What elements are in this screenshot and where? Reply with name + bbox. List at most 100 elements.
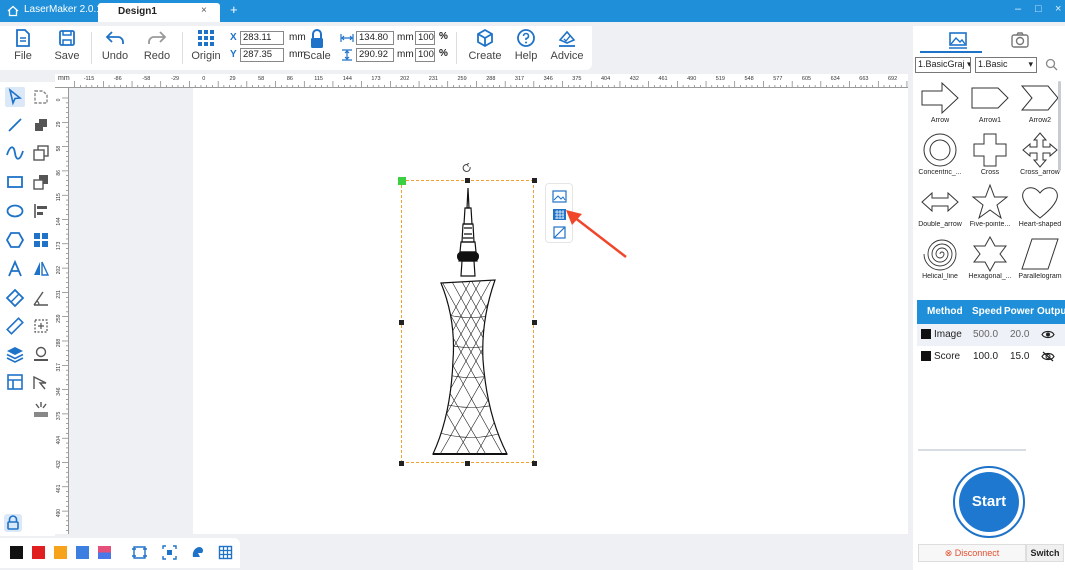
select-tool-icon[interactable] [5, 87, 25, 107]
shape-helical-line[interactable]: Helical_line [916, 235, 964, 285]
resize-handle-left[interactable] [399, 320, 404, 325]
shape-arrow[interactable]: Arrow [916, 79, 964, 129]
help-button[interactable]: Help [511, 28, 541, 68]
stamp-tool-icon[interactable] [31, 344, 51, 364]
line-tool-icon[interactable] [5, 115, 25, 135]
library-scrollbar[interactable] [1058, 81, 1061, 171]
mirror-tool-icon[interactable] [31, 259, 51, 279]
color-swatch-red[interactable] [32, 546, 45, 559]
layer-row-score[interactable]: Score 100.0 15.0 [917, 346, 1065, 368]
close-window-button[interactable]: × [1055, 3, 1061, 15]
ruler-label: 202 [400, 76, 409, 82]
height-input[interactable]: 290.92 [356, 48, 394, 62]
scale-lock-button[interactable]: Scale [302, 28, 332, 68]
layer-row-image[interactable]: Image 500.0 20.0 [917, 324, 1065, 346]
file-button[interactable]: File [6, 28, 40, 68]
laser-tool-icon[interactable] [31, 400, 51, 420]
ruler-label: 577 [773, 76, 782, 82]
shape-five-pointed-star[interactable]: Five-pointe... [966, 183, 1014, 233]
template-tool-icon[interactable] [5, 372, 25, 392]
undo-button[interactable]: Undo [98, 28, 132, 68]
width-percent-input[interactable]: 100 [415, 31, 435, 45]
shape-arrow2[interactable]: Arrow2 [1016, 79, 1064, 129]
color-swatch-multi[interactable] [98, 546, 111, 559]
node-edit-icon[interactable] [31, 87, 51, 107]
crop-tool-icon[interactable] [31, 316, 51, 336]
eraser-tool-icon[interactable] [5, 288, 25, 308]
ruler-label: 29 [56, 121, 62, 127]
layer-color-swatch[interactable] [921, 351, 931, 361]
shape-cross[interactable]: Cross [966, 131, 1014, 181]
rotate-handle-icon[interactable] [462, 163, 472, 173]
array-tool-icon[interactable] [31, 172, 51, 192]
advice-button[interactable]: Advice [548, 28, 586, 68]
save-button[interactable]: Save [50, 28, 84, 68]
camera-tab-icon[interactable] [1008, 30, 1032, 50]
resize-handle-right[interactable] [532, 320, 537, 325]
origin-button[interactable]: Origin [188, 28, 224, 68]
ruler-tool-icon[interactable] [5, 316, 25, 336]
text-tool-icon[interactable] [5, 259, 25, 279]
selection-anchor-handle[interactable] [398, 177, 406, 185]
zoom-fit-icon[interactable] [162, 545, 177, 560]
create-button[interactable]: Create [466, 28, 504, 68]
height-percent-input[interactable]: 100 [415, 48, 435, 62]
resize-handle-top[interactable] [465, 178, 470, 183]
resize-handle-bottom-left[interactable] [399, 461, 404, 466]
switch-button[interactable]: Switch [1026, 544, 1064, 562]
shape-parallelogram[interactable]: Parallelogram [1016, 235, 1064, 285]
tab-close-icon[interactable]: × [201, 5, 207, 16]
shape-cross-arrow[interactable]: Cross_arrow [1016, 131, 1064, 181]
measure-tool-icon[interactable] [31, 288, 51, 308]
x-position-input[interactable]: 283.11 [240, 31, 284, 45]
curve-tool-icon[interactable] [5, 143, 25, 163]
ellipse-tool-icon[interactable] [5, 201, 25, 221]
shape-heart[interactable]: Heart-shaped [1016, 183, 1064, 233]
ruler-label: 115 [314, 76, 323, 82]
shape-arrow1[interactable]: Arrow1 [966, 79, 1014, 129]
grid-toggle-icon[interactable] [218, 545, 233, 560]
new-tab-button[interactable]: + [230, 2, 238, 17]
shape-double-arrow[interactable]: Double_arrow [916, 183, 964, 233]
canvas-lock-button[interactable] [4, 514, 22, 532]
file-icon [16, 29, 30, 47]
start-button[interactable]: Start [953, 466, 1025, 538]
shape-hexagonal-star[interactable]: Hexagonal_... [966, 235, 1014, 285]
shape-library-tab-icon[interactable] [946, 30, 970, 50]
eye-hidden-icon[interactable] [1041, 351, 1055, 362]
group-tool-icon[interactable] [31, 230, 51, 250]
arrow2-shape-icon [1020, 85, 1059, 111]
category-select[interactable]: 1.BasicGraj ▾ [915, 57, 971, 73]
canvas-work-area[interactable] [193, 88, 908, 534]
eye-visible-icon[interactable] [1041, 329, 1055, 340]
layers-tool-icon[interactable] [5, 344, 25, 364]
maximize-button[interactable]: □ [1035, 3, 1042, 15]
resize-handle-bottom[interactable] [465, 461, 470, 466]
subcategory-select[interactable]: 1.Basic ▾ [975, 57, 1037, 73]
polygon-tool-icon[interactable] [5, 230, 25, 250]
image-icon[interactable] [552, 190, 567, 203]
copy-tool-icon[interactable] [31, 143, 51, 163]
selection-box[interactable] [401, 180, 534, 463]
minimize-button[interactable]: – [1015, 3, 1021, 15]
home-icon[interactable] [6, 4, 20, 18]
path-tool-icon[interactable] [31, 372, 51, 392]
offset-tool-icon[interactable] [31, 115, 51, 135]
resize-handle-bottom-right[interactable] [532, 461, 537, 466]
y-position-input[interactable]: 287.35 [240, 48, 284, 62]
disconnect-button[interactable]: ⊗ Disconnect [918, 544, 1026, 562]
color-swatch-black[interactable] [10, 546, 23, 559]
search-icon[interactable] [1045, 58, 1058, 71]
fit-selection-icon[interactable] [132, 545, 147, 560]
tab-design1[interactable]: Design1 × [98, 3, 220, 22]
redo-button[interactable]: Redo [140, 28, 174, 68]
color-swatch-orange[interactable] [54, 546, 67, 559]
resize-handle-top-right[interactable] [532, 178, 537, 183]
pan-hand-icon[interactable] [190, 545, 205, 560]
rectangle-tool-icon[interactable] [5, 172, 25, 192]
color-swatch-blue[interactable] [76, 546, 89, 559]
align-left-icon[interactable] [31, 201, 51, 221]
layer-color-swatch[interactable] [921, 329, 931, 339]
shape-concentric[interactable]: Concentric_... [916, 131, 964, 181]
width-input[interactable]: 134.80 [356, 31, 394, 45]
